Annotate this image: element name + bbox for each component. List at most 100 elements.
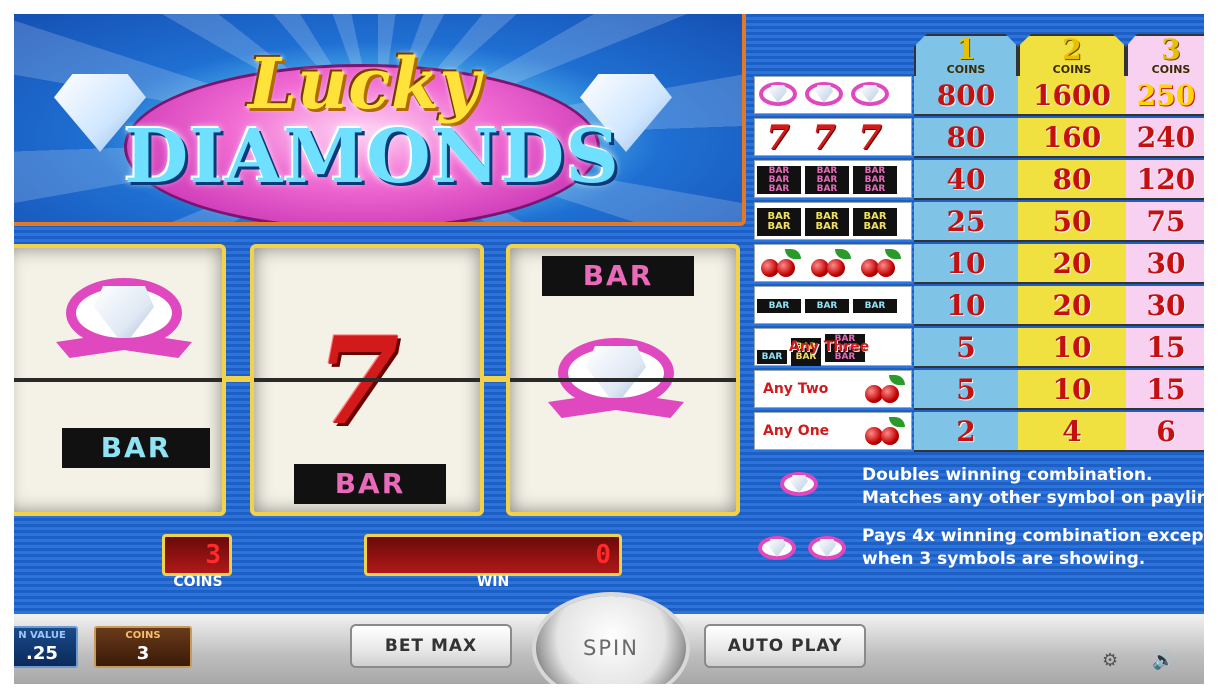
payout-cell: 1600 [1018, 76, 1126, 116]
paytable-symbols: Any One [754, 412, 912, 450]
reel-bar-symbol: BAR [542, 256, 694, 296]
paytable-row: BAR BAR BAR 10 20 30 [754, 286, 1204, 326]
wild-diamond-icon [756, 536, 798, 562]
paytable-symbols [754, 244, 912, 282]
single-bar-icon: BAR [757, 299, 801, 313]
paytable-symbols: BAR BAR BAR [754, 286, 912, 324]
logo-lucky: Lucky [248, 42, 480, 125]
payout-cell: 120 [1126, 160, 1204, 200]
payout-cell: 10 [1018, 370, 1126, 410]
speaker-icon[interactable]: 🔊 [1152, 650, 1174, 671]
payout-cell: 4 [1018, 412, 1126, 452]
seven-icon: 7 [858, 118, 882, 158]
paytable-header-2: 2 COINS [1018, 34, 1126, 76]
wild-diamond-icon [56, 278, 192, 364]
payout-cell: 15 [1126, 328, 1204, 368]
triple-bar-icon: BAR BAR BAR [853, 166, 897, 194]
cherry-icon [861, 375, 907, 405]
paytable-header-3: 3 COINS [1126, 34, 1204, 76]
single-bar-icon: BAR [805, 299, 849, 313]
coin-value-label: N VALUE [18, 630, 66, 641]
gear-icon[interactable]: ⚙ [1102, 650, 1118, 671]
payout-cell: 160 [1018, 118, 1126, 158]
info-wild-single: Doubles winning combination. Matches any… [862, 465, 1204, 508]
payout-cell: 20 [1018, 286, 1126, 326]
payout-cell: 25 [914, 202, 1018, 242]
coins-value: 3 [136, 643, 150, 664]
single-bar-icon: BAR [853, 299, 897, 313]
any-two-label: Any Two [763, 381, 829, 397]
payout-cell: 30 [1126, 286, 1204, 326]
payout-cell: 250 [1126, 76, 1204, 116]
paytable-row: Any One 2 4 6 [754, 412, 1204, 452]
auto-play-button[interactable]: AUTO PLAY [704, 624, 866, 668]
payout-cell: 5 [914, 328, 1018, 368]
double-bar-icon: BAR BAR [805, 208, 849, 236]
wild-diamond-icon [778, 472, 820, 498]
payout-cell: 10 [914, 286, 1018, 326]
payout-cell: 80 [1018, 160, 1126, 200]
coins-selector[interactable]: COINS 3 [94, 626, 192, 668]
wild-diamond-icon [806, 536, 848, 562]
bet-max-button[interactable]: BET MAX [350, 624, 512, 668]
reel-divider [510, 378, 736, 382]
any-three-label: Any Three [789, 339, 870, 355]
coins-display-label: COINS [173, 574, 223, 590]
paytable-header-1: 1 COINS [914, 34, 1018, 76]
paytable-symbols: BAR BAR BARBAR BAR BARBAR BAR BAR [754, 160, 912, 198]
cherry-icon [807, 249, 853, 279]
seven-icon: 7 [766, 118, 790, 158]
paytable-symbols: BAR BARBAR BARBAR BAR [754, 202, 912, 240]
cherry-icon [857, 249, 903, 279]
info-wild-double: Pays 4x winning combination excep when 3… [862, 526, 1204, 569]
win-display: 0 [364, 534, 622, 576]
payout-cell: 6 [1126, 412, 1204, 452]
coin-value-selector[interactable]: N VALUE .25 [14, 626, 78, 668]
payout-cell: 2 [914, 412, 1018, 452]
triple-bar-icon: BAR BAR BAR [805, 166, 849, 194]
payout-cell: 40 [914, 160, 1018, 200]
paytable-symbols: BARBAR BARBAR BAR BAR Any Three [754, 328, 912, 366]
paytable-symbols: Any Two [754, 370, 912, 408]
payout-cell: 80 [914, 118, 1018, 158]
payout-cell: 5 [914, 370, 1018, 410]
reel-divider [254, 378, 480, 382]
payout-cell: 75 [1126, 202, 1204, 242]
double-bar-icon: BAR BAR [853, 208, 897, 236]
reel-divider [14, 378, 222, 382]
payout-cell: 10 [1018, 328, 1126, 368]
coins-display: 3 [162, 534, 232, 576]
payout-cell: 30 [1126, 244, 1204, 284]
paytable-row: 10 20 30 [754, 244, 1204, 284]
wild-diamond-icon [757, 82, 799, 108]
reel-2: 7 BAR [250, 244, 484, 516]
reels-area: BAR 7 BAR BAR [14, 244, 742, 516]
payout-cell: 800 [914, 76, 1018, 116]
payout-cell: 50 [1018, 202, 1126, 242]
wild-diamond-icon [849, 82, 891, 108]
paytable-symbols: 777 [754, 118, 912, 158]
coins-label: COINS [125, 630, 161, 641]
paytable-row: BAR BARBAR BARBAR BAR 25 50 75 [754, 202, 1204, 242]
paytable-row: BARBAR BARBAR BAR BAR Any Three 5 10 15 [754, 328, 1204, 368]
game-frame: Lucky DIAMONDS BAR 7 BAR BAR 3 COINS 0 W… [14, 14, 1204, 684]
reel-seven-symbol: 7 [316, 311, 400, 452]
double-bar-icon: BAR BAR [757, 208, 801, 236]
seven-icon: 7 [812, 118, 836, 158]
cherry-icon [757, 249, 803, 279]
win-display-label: WIN [476, 574, 510, 590]
any-one-label: Any One [763, 423, 830, 439]
payout-cell: 20 [1018, 244, 1126, 284]
payout-cell: 10 [914, 244, 1018, 284]
coin-value: .25 [26, 643, 58, 664]
reel-3: BAR [506, 244, 740, 516]
spin-button[interactable]: SPIN [536, 596, 686, 684]
logo-diamonds: DIAMONDS [124, 114, 620, 200]
triple-bar-icon: BAR BAR BAR [757, 166, 801, 194]
reel-bar-symbol: BAR [294, 464, 446, 504]
payout-cell: 15 [1126, 370, 1204, 410]
paytable-row: 800 1600 250 [754, 76, 1204, 116]
payout-cell: 240 [1126, 118, 1204, 158]
paytable-row: Any Two 5 10 15 [754, 370, 1204, 410]
wild-diamond-icon [803, 82, 845, 108]
